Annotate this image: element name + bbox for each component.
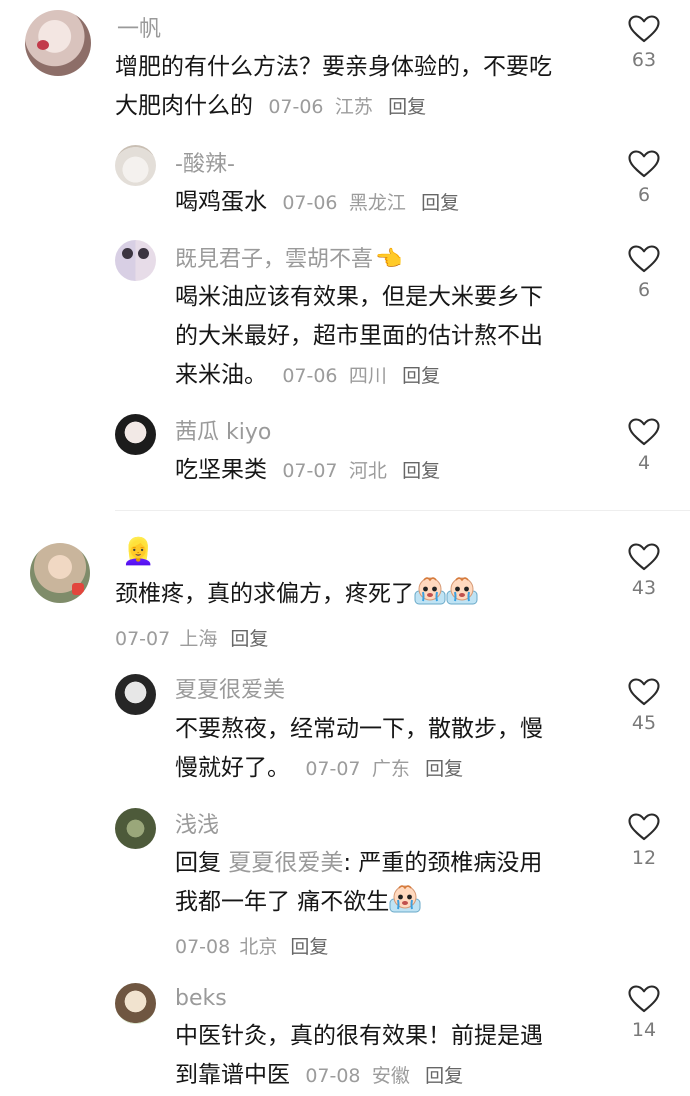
comment-meta: 07-07 上海 回复 <box>115 624 268 651</box>
like-count: 12 <box>631 847 657 869</box>
reply-meta: 07-08 北京 回复 <box>175 932 328 959</box>
reply-date: 07-06 <box>282 192 338 214</box>
reply-text: 中医针灸，真的很有效果！前提是遇 到靠谱中医 07-08 安徽 回复 <box>175 1023 543 1088</box>
reply-button[interactable]: 回复 <box>230 628 268 650</box>
reply-button[interactable]: 回复 <box>402 460 440 482</box>
like-count: 6 <box>637 279 651 301</box>
reply-location: 广东 <box>371 758 410 780</box>
crying-baby-sticker <box>389 884 421 914</box>
comment-text: 颈椎疼，真的求偏方，疼死了 <box>115 575 615 614</box>
comment-location: 上海 <box>179 628 218 650</box>
reply-button[interactable]: 回复 <box>421 192 459 214</box>
avatar[interactable] <box>115 240 156 281</box>
avatar[interactable] <box>30 543 90 603</box>
heart-outline-icon <box>628 418 660 446</box>
username[interactable]: 浅浅 <box>175 813 219 839</box>
like-count: 43 <box>631 577 657 599</box>
comment-date: 07-07 <box>115 628 171 650</box>
reply-date: 07-08 <box>175 936 231 958</box>
username[interactable]: 夏夏很爱美 <box>175 678 285 704</box>
like-button[interactable]: 12 <box>614 813 674 869</box>
heart-outline-icon <box>628 543 660 571</box>
reply-text: 吃坚果类 07-07 河北 回复 <box>175 457 441 483</box>
reply-text: 回复 夏夏很爱美: 严重的颈椎病没用 我都一年了 痛不欲生 <box>175 850 543 915</box>
username[interactable]: 👱‍♀️ <box>122 537 154 567</box>
avatar[interactable] <box>25 10 91 76</box>
like-count: 63 <box>631 49 657 71</box>
like-button[interactable]: 4 <box>614 418 674 474</box>
comment-date: 07-06 <box>268 96 324 118</box>
like-count: 4 <box>637 452 651 474</box>
username[interactable]: 茜瓜 kiyo <box>175 420 271 446</box>
reply-location: 四川 <box>348 365 387 387</box>
reply-button[interactable]: 回复 <box>425 758 463 780</box>
heart-outline-icon <box>628 15 660 43</box>
pointing-hand-emoji: 👈 <box>375 247 403 272</box>
reply-date: 07-07 <box>282 460 338 482</box>
like-button[interactable]: 43 <box>614 543 674 599</box>
like-button[interactable]: 14 <box>614 985 674 1041</box>
like-count: 45 <box>631 712 657 734</box>
heart-outline-icon <box>628 985 660 1013</box>
divider <box>115 510 690 511</box>
avatar[interactable] <box>115 414 156 455</box>
avatar[interactable] <box>115 145 156 186</box>
like-count: 14 <box>631 1019 657 1041</box>
reply-text: 喝鸡蛋水 07-06 黑龙江 回复 <box>175 189 460 215</box>
reply-to-username[interactable]: 夏夏很爱美 <box>228 850 343 876</box>
reply-text: 喝米油应该有效果，但是大米要乡下 的大米最好，超市里面的估计熬不出 来米油。 0… <box>175 284 543 388</box>
like-button[interactable]: 6 <box>614 150 674 206</box>
username[interactable]: -酸辣- <box>175 152 235 178</box>
reply-button[interactable]: 回复 <box>425 1065 463 1087</box>
reply-date: 07-07 <box>305 758 361 780</box>
reply-location: 黑龙江 <box>348 192 406 214</box>
like-count: 6 <box>637 184 651 206</box>
reply-location: 河北 <box>348 460 387 482</box>
reply-button[interactable]: 回复 <box>388 96 426 118</box>
like-button[interactable]: 63 <box>614 15 674 71</box>
reply-button[interactable]: 回复 <box>402 365 440 387</box>
crying-baby-sticker <box>414 576 446 606</box>
heart-outline-icon <box>628 813 660 841</box>
heart-outline-icon <box>628 678 660 706</box>
heart-outline-icon <box>628 245 660 273</box>
reply-date: 07-08 <box>305 1065 361 1087</box>
crying-baby-sticker <box>446 576 478 606</box>
username[interactable]: 既見君子，雲胡不喜👈 <box>175 247 402 273</box>
avatar[interactable] <box>115 983 156 1024</box>
heart-outline-icon <box>628 150 660 178</box>
reply-location: 北京 <box>239 936 278 958</box>
comment-text: 增肥的有什么方法？要亲身体验的，不要吃 大肥肉什么的 07-06 江苏 回复 <box>115 54 552 119</box>
username[interactable]: beks <box>175 986 227 1012</box>
avatar[interactable] <box>115 674 156 715</box>
blonde-woman-emoji: 👱‍♀️ <box>122 537 155 567</box>
reply-text: 不要熬夜，经常动一下，散散步，慢 慢就好了。 07-07 广东 回复 <box>175 716 543 781</box>
reply-prefix: 回复 <box>175 850 221 876</box>
reply-location: 安徽 <box>371 1065 410 1087</box>
like-button[interactable]: 45 <box>614 678 674 734</box>
reply-button[interactable]: 回复 <box>290 936 328 958</box>
comment-location: 江苏 <box>334 96 373 118</box>
avatar[interactable] <box>115 808 156 849</box>
username[interactable]: 一帆 <box>117 17 161 43</box>
reply-date: 07-06 <box>282 365 338 387</box>
like-button[interactable]: 6 <box>614 245 674 301</box>
